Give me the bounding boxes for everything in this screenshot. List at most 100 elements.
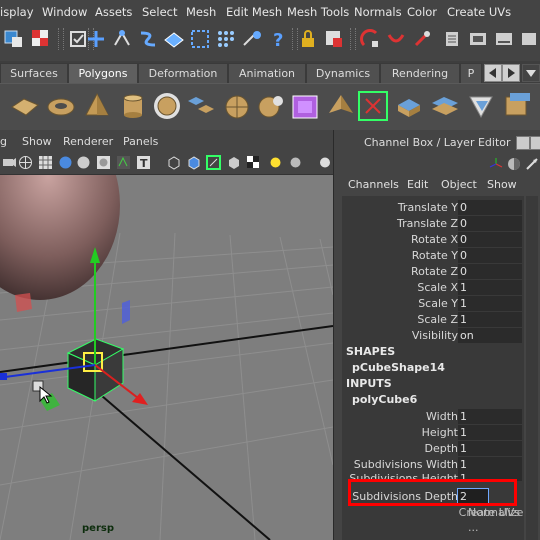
channel-value-field[interactable]: 0 <box>458 200 522 215</box>
backface-cube-icon[interactable] <box>226 155 241 170</box>
xray-icon[interactable] <box>186 155 201 170</box>
close-window-icon[interactable] <box>530 136 540 150</box>
isolate-cube-icon[interactable] <box>166 155 181 170</box>
snap-point-icon[interactable] <box>410 27 434 51</box>
channel-row[interactable]: Rotate Z0 <box>342 264 524 280</box>
menu-assets[interactable]: Assets <box>95 5 132 19</box>
wireframe-icon[interactable] <box>18 155 33 170</box>
input-row[interactable]: Height 1 <box>342 425 524 441</box>
vertex-select-icon[interactable] <box>110 27 134 51</box>
menu-create-uvs[interactable]: Create UVs <box>447 5 511 19</box>
channel-value-field[interactable]: 1 <box>458 280 522 295</box>
lock-icon[interactable] <box>296 27 320 51</box>
channel-scrollbar[interactable] <box>526 196 538 540</box>
poly-cylinder-icon[interactable] <box>118 91 148 121</box>
poly-smooth-icon[interactable] <box>152 91 182 121</box>
camera-attributes-icon[interactable] <box>2 155 17 170</box>
channel-row[interactable]: Rotate Y0 <box>342 248 524 264</box>
face-select-icon[interactable] <box>162 27 186 51</box>
smooth-shade-icon[interactable] <box>58 155 73 170</box>
poly-extract-icon[interactable] <box>186 91 216 121</box>
lighting-icon[interactable] <box>116 155 131 170</box>
viewport-menu-lighting[interactable]: g <box>0 135 7 148</box>
grid-toggle-icon[interactable] <box>38 155 53 170</box>
poly-extrude-icon[interactable] <box>502 91 532 121</box>
move-pivot-icon[interactable] <box>84 27 108 51</box>
viewport-menu-panels[interactable]: Panels <box>123 135 158 148</box>
3d-scene[interactable] <box>0 175 333 540</box>
uv-select-icon[interactable] <box>188 27 212 51</box>
viewport-menu-renderer[interactable]: Renderer <box>63 135 113 148</box>
snap-grid-icon[interactable] <box>358 27 382 51</box>
help-icon[interactable]: ? <box>266 27 290 51</box>
channel-value-field[interactable]: 0 <box>458 232 522 247</box>
menu-mesh-tools[interactable]: Mesh Tools <box>287 5 349 19</box>
input-row[interactable]: Create UVs Normalize ... <box>342 505 524 534</box>
selection-highlight-icon[interactable] <box>322 27 346 51</box>
history-icon[interactable] <box>440 27 464 51</box>
textured-icon[interactable] <box>96 155 111 170</box>
default-light-icon[interactable] <box>268 155 283 170</box>
channel-row[interactable]: Translate Y0 <box>342 200 524 216</box>
tab-deformation[interactable]: Deformation <box>138 63 228 84</box>
shadow-icon[interactable] <box>288 155 303 170</box>
poly-separate-icon[interactable] <box>256 91 286 121</box>
channel-value-field[interactable]: 1 <box>458 312 522 327</box>
perspective-viewport[interactable]: g Show Renderer Panels T persp <box>0 130 333 540</box>
tab-surfaces[interactable]: Surfaces <box>0 63 68 84</box>
channel-row[interactable]: Scale Y1 <box>342 296 524 312</box>
shelf-scroll-right-icon[interactable] <box>502 64 520 82</box>
channel-value-field[interactable]: 1 <box>458 296 522 311</box>
soft-select-icon[interactable] <box>240 27 264 51</box>
tab-polygons[interactable]: Polygons <box>68 63 138 84</box>
viewport-menu-show[interactable]: Show <box>22 135 52 148</box>
channel-row[interactable]: Scale Z1 <box>342 312 524 328</box>
select-frame-icon[interactable] <box>206 155 221 170</box>
tab-rendering[interactable]: Rendering <box>380 63 460 84</box>
render-settings-icon[interactable] <box>518 27 540 51</box>
input-value-field[interactable]: Normalize ... <box>466 505 524 534</box>
shading-ball-icon[interactable] <box>506 156 522 172</box>
shelf-scroll-left-icon[interactable] <box>484 64 502 82</box>
shelf-menu-icon[interactable] <box>522 64 540 82</box>
poly-torus-icon[interactable] <box>46 91 76 121</box>
input-value-field[interactable]: 1 <box>458 409 522 424</box>
poly-split-tool-icon[interactable] <box>358 91 388 121</box>
snap-curve-icon[interactable] <box>384 27 408 51</box>
input-value-field[interactable]: 1 <box>458 441 522 456</box>
channel-value-field[interactable]: 0 <box>458 264 522 279</box>
poly-plane-icon[interactable] <box>10 91 40 121</box>
poly-wedge-icon[interactable] <box>466 91 496 121</box>
edge-select-icon[interactable] <box>136 27 160 51</box>
menu-display[interactable]: isplay <box>0 5 34 19</box>
tab-animation[interactable]: Animation <box>228 63 306 84</box>
input-row[interactable]: Width 1 <box>342 409 524 425</box>
wireframe-on-shaded-icon[interactable] <box>76 155 91 170</box>
shape-node-name[interactable]: pCubeShape14 <box>352 361 445 374</box>
channel-row[interactable]: Translate Z0 <box>342 216 524 232</box>
checker-icon[interactable] <box>246 155 261 170</box>
select-hierarchy-icon[interactable] <box>2 27 26 51</box>
multi-component-icon[interactable] <box>214 27 238 51</box>
cb-menu-edit[interactable]: Edit <box>407 178 428 191</box>
menu-window[interactable]: Window <box>42 5 87 19</box>
input-value-field[interactable]: 1 <box>458 425 522 440</box>
channel-value-field[interactable]: 0 <box>458 248 522 263</box>
float-window-icon[interactable] <box>516 136 530 150</box>
hud-icon[interactable] <box>316 155 331 170</box>
render-frame-icon[interactable] <box>466 27 490 51</box>
poly-boolean-icon[interactable] <box>290 91 320 121</box>
tab-overflow[interactable]: P <box>460 63 482 84</box>
poly-mirror-icon[interactable] <box>326 91 356 121</box>
channel-row[interactable]: Visibility on <box>342 328 524 344</box>
channel-row[interactable]: Scale X1 <box>342 280 524 296</box>
menu-normals[interactable]: Normals <box>354 5 402 19</box>
pointer-icon[interactable] <box>524 156 540 172</box>
axis-gizmo-icon[interactable] <box>488 156 504 172</box>
input-node-name[interactable]: polyCube6 <box>352 393 417 406</box>
menu-edit-mesh[interactable]: Edit Mesh <box>226 5 282 19</box>
ipr-render-icon[interactable] <box>492 27 516 51</box>
poly-bridge-icon[interactable] <box>430 91 460 121</box>
cb-menu-channels[interactable]: Channels <box>348 178 399 191</box>
channel-value-field[interactable]: 0 <box>458 216 522 231</box>
